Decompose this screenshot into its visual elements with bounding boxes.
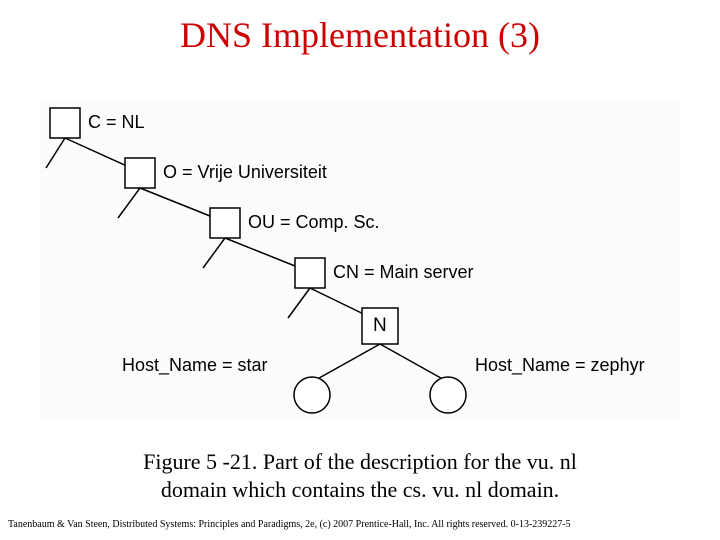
edge-n-zephyr xyxy=(380,344,448,382)
edge-cn-stub xyxy=(288,288,310,318)
node-ou-label: OU = Comp. Sc. xyxy=(248,212,380,233)
page-title: DNS Implementation (3) xyxy=(0,14,720,56)
node-ou-box xyxy=(210,208,240,238)
node-cn-box xyxy=(295,258,325,288)
hierarchy-diagram: C = NL O = Vrije Universiteit OU = Comp.… xyxy=(40,100,680,420)
node-o-box xyxy=(125,158,155,188)
caption-line-1: Figure 5 -21. Part of the description fo… xyxy=(143,449,577,474)
slide: DNS Implementation (3) xyxy=(0,0,720,540)
leaf-star-circle xyxy=(294,377,330,413)
leaf-zephyr-label: Host_Name = zephyr xyxy=(475,355,645,376)
figure-caption: Figure 5 -21. Part of the description fo… xyxy=(0,448,720,503)
leaf-star-label: Host_Name = star xyxy=(122,355,268,376)
edge-ou-stub xyxy=(203,238,225,268)
caption-line-2: domain which contains the cs. vu. nl dom… xyxy=(161,477,559,502)
node-c-label: C = NL xyxy=(88,112,145,133)
edge-o-stub xyxy=(118,188,140,218)
node-n-label: N xyxy=(373,315,387,337)
node-c-box xyxy=(50,108,80,138)
node-o-label: O = Vrije Universiteit xyxy=(163,162,327,183)
node-cn-label: CN = Main server xyxy=(333,262,474,283)
edge-n-star xyxy=(312,344,380,382)
copyright-footer: Tanenbaum & Van Steen, Distributed Syste… xyxy=(8,519,571,530)
edge-c-stub xyxy=(46,138,65,168)
leaf-zephyr-circle xyxy=(430,377,466,413)
